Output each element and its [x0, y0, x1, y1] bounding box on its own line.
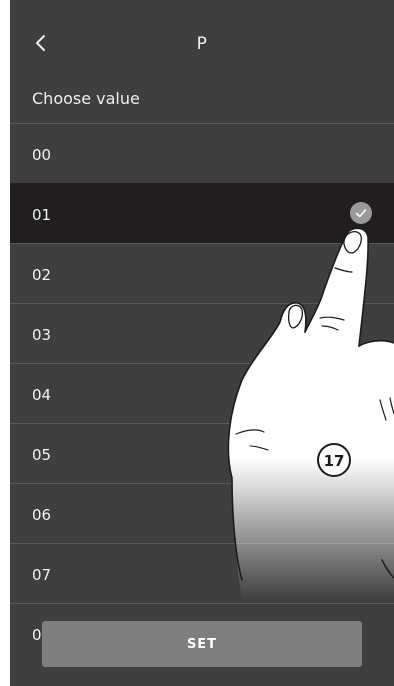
list-item-00[interactable]: 00: [10, 123, 394, 183]
list-item-07[interactable]: 07: [10, 543, 394, 603]
list-item-label: 07: [32, 566, 52, 584]
set-button[interactable]: SET: [42, 621, 362, 667]
list-item-label: 03: [32, 326, 52, 344]
header: P: [10, 0, 394, 64]
list-item-02[interactable]: 02: [10, 243, 394, 303]
list-item-label: 04: [32, 386, 52, 404]
list-item-label: 05: [32, 446, 52, 464]
page-title: P: [196, 34, 208, 54]
list-item-label: 06: [32, 506, 52, 524]
list-item-01[interactable]: 01: [10, 183, 394, 243]
checkmark-icon: [350, 202, 372, 224]
list-item-label: 02: [32, 266, 52, 284]
list-item-label: 01: [32, 206, 52, 224]
list-item-06[interactable]: 06: [10, 483, 394, 543]
list-item-label: 00: [32, 146, 52, 164]
list-item-04[interactable]: 04: [10, 363, 394, 423]
value-list: 00 01 02 03 04 05 06 07 08: [10, 123, 394, 663]
app-screen: P Choose value 00 01 02 03 04 05 06 07 1…: [10, 0, 394, 686]
callout-marker: 17: [317, 443, 351, 477]
callout-number: 17: [324, 452, 345, 470]
choose-value-label: Choose value: [32, 89, 140, 108]
list-item-03[interactable]: 03: [10, 303, 394, 363]
